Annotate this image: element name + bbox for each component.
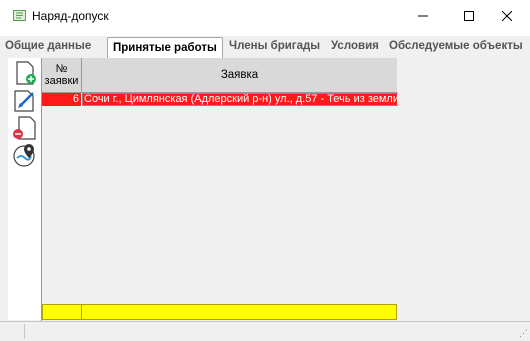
tab-crew-members[interactable]: Члены бригады	[229, 40, 320, 58]
empty-panel	[398, 58, 530, 321]
delete-document-icon	[13, 116, 36, 140]
tab-conditions[interactable]: Условия	[331, 40, 379, 58]
minimize-icon	[418, 15, 428, 17]
side-toolbar	[8, 58, 42, 320]
column-header-request[interactable]: Заявка	[82, 58, 397, 92]
status-separator	[24, 324, 25, 339]
minimize-button[interactable]	[400, 0, 446, 32]
tab-accepted-works[interactable]: Принятые работы	[107, 37, 223, 59]
edit-request-button[interactable]	[12, 87, 38, 113]
close-button[interactable]	[484, 0, 530, 32]
app-icon	[13, 10, 26, 21]
add-document-icon	[16, 61, 36, 85]
delete-request-button[interactable]	[12, 115, 38, 141]
edit-document-icon	[14, 90, 34, 112]
grid-header: № заявки Заявка	[42, 58, 397, 93]
table-row[interactable]: 6 Сочи г., Цимлянская (Адлерский р-н) ул…	[42, 93, 399, 106]
close-icon	[502, 11, 512, 21]
cell-request-text: Сочи г., Цимлянская (Адлерский р-н) ул.,…	[84, 93, 399, 105]
window-title: Наряд-допуск	[32, 9, 109, 23]
footer-divider	[81, 305, 82, 319]
map-location-button[interactable]	[12, 142, 38, 168]
title-bar: Наряд-допуск	[0, 0, 530, 32]
grid-footer-row	[42, 304, 397, 320]
tab-inspected-objects[interactable]: Обследуемые объекты	[389, 40, 523, 58]
tab-content: № заявки Заявка 6 Сочи г., Цимлянская (А…	[0, 58, 530, 341]
tab-bar: Общие данные Принятые работы Члены брига…	[0, 36, 530, 59]
maximize-icon	[464, 11, 474, 21]
add-request-button[interactable]	[12, 60, 38, 86]
column-header-number[interactable]: № заявки	[42, 58, 82, 92]
cell-request-number: 6	[42, 93, 82, 106]
requests-grid[interactable]: № заявки Заявка 6 Сочи г., Цимлянская (А…	[41, 58, 399, 321]
resize-grip-icon[interactable]: ⋰	[519, 328, 528, 339]
tab-general[interactable]: Общие данные	[5, 40, 91, 58]
map-location-icon	[13, 144, 35, 167]
status-bar: ⋰	[0, 321, 530, 341]
